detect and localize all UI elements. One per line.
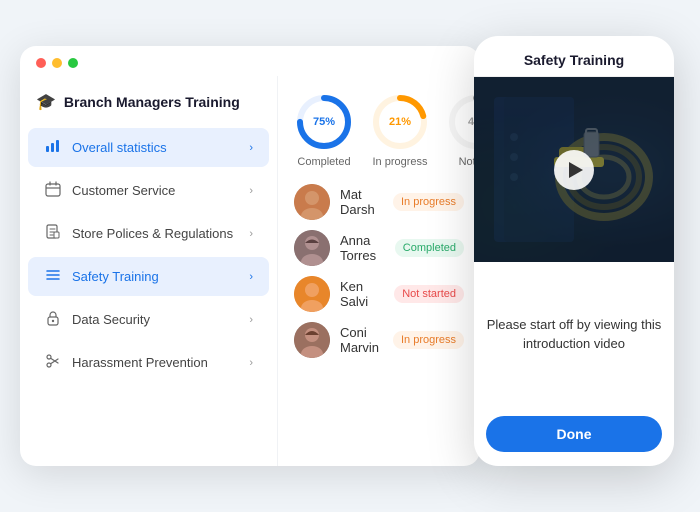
list-icon	[44, 267, 62, 286]
intro-text: Please start off by viewing this introdu…	[474, 262, 674, 406]
mobile-title: Safety Training	[474, 36, 674, 77]
sidebar-item-safety-training[interactable]: Safety Training ›	[28, 257, 269, 296]
sidebar-label-safety: Safety Training	[72, 269, 159, 284]
avatar	[294, 184, 330, 220]
main-content: 75% Completed 21% In progress	[278, 76, 480, 466]
chevron-right-icon: ›	[249, 142, 253, 154]
stat-completed: 75% Completed	[294, 92, 354, 168]
table-row: Mat Darsh In progress	[294, 184, 464, 220]
chevron-right-icon: ›	[249, 271, 253, 283]
table-row: Ken Salvi Not started	[294, 276, 464, 312]
person-name: Ken Salvi	[340, 279, 384, 309]
desktop-app-panel: 🎓 Branch Managers Training Overall stati…	[20, 46, 480, 466]
document-icon	[44, 224, 62, 243]
stats-icon	[44, 138, 62, 157]
person-name: Anna Torres	[340, 233, 385, 263]
table-row: Anna Torres Completed	[294, 230, 464, 266]
avatar	[294, 230, 330, 266]
titlebar	[20, 46, 480, 76]
maximize-dot[interactable]	[68, 58, 78, 68]
stat-percent-completed: 75%	[313, 116, 335, 128]
donut-completed: 75%	[294, 92, 354, 152]
app-title: 🎓 Branch Managers Training	[20, 86, 277, 126]
avatar	[294, 322, 330, 358]
video-area[interactable]	[474, 77, 674, 262]
mobile-footer: Done	[474, 406, 674, 466]
person-name: Mat Darsh	[340, 187, 383, 217]
chevron-right-icon: ›	[249, 357, 253, 369]
sidebar-item-data-security[interactable]: Data Security ›	[28, 300, 269, 339]
avatar	[294, 276, 330, 312]
sidebar-label-overall: Overall statistics	[72, 140, 167, 155]
lock-icon	[44, 310, 62, 329]
stat-label-completed: Completed	[297, 156, 350, 168]
calendar-icon	[44, 181, 62, 200]
stat-label-inprogress: In progress	[372, 156, 427, 168]
status-badge: Completed	[395, 239, 464, 257]
sidebar-label-harassment: Harassment Prevention	[72, 355, 208, 370]
sidebar-label-policies: Store Polices & Regulations	[72, 226, 233, 241]
stats-row: 75% Completed 21% In progress	[294, 92, 464, 168]
status-badge: In progress	[393, 193, 464, 211]
sidebar-item-store-policies[interactable]: Store Polices & Regulations ›	[28, 214, 269, 253]
person-name: Coni Marvin	[340, 325, 383, 355]
app-body: 🎓 Branch Managers Training Overall stati…	[20, 76, 480, 466]
play-button[interactable]	[554, 150, 594, 190]
table-row: Coni Marvin In progress	[294, 322, 464, 358]
status-badge: In progress	[393, 331, 464, 349]
stat-inprogress: 21% In progress	[370, 92, 430, 168]
sidebar-item-overall-statistics[interactable]: Overall statistics ›	[28, 128, 269, 167]
sidebar-label-customer: Customer Service	[72, 183, 175, 198]
graduation-icon: 🎓	[36, 92, 56, 112]
people-list: Mat Darsh In progress Anna Torres	[294, 184, 464, 358]
sidebar-item-harassment[interactable]: Harassment Prevention ›	[28, 343, 269, 382]
chevron-right-icon: ›	[249, 228, 253, 240]
sidebar: 🎓 Branch Managers Training Overall stati…	[20, 76, 278, 466]
sidebar-label-security: Data Security	[72, 312, 150, 327]
chevron-right-icon: ›	[249, 314, 253, 326]
status-badge: Not started	[394, 285, 464, 303]
mobile-app-panel: Safety Training	[474, 36, 674, 466]
play-icon	[569, 162, 583, 178]
done-button[interactable]: Done	[486, 416, 662, 452]
scissors-icon	[44, 353, 62, 372]
minimize-dot[interactable]	[52, 58, 62, 68]
close-dot[interactable]	[36, 58, 46, 68]
sidebar-item-customer-service[interactable]: Customer Service ›	[28, 171, 269, 210]
donut-inprogress: 21%	[370, 92, 430, 152]
chevron-right-icon: ›	[249, 185, 253, 197]
